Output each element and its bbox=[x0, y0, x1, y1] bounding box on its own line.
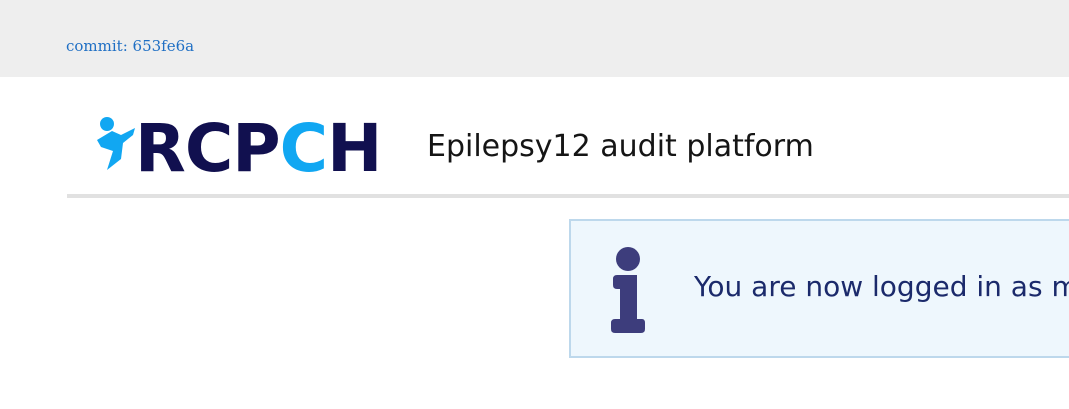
logo-graphic: RCPCH bbox=[97, 115, 382, 175]
alert-message: You are now logged in as m bbox=[694, 270, 1069, 303]
rcpch-logo[interactable]: RCPCH bbox=[95, 115, 405, 175]
running-figure-icon bbox=[97, 117, 135, 170]
logo-text-rcp: RCP bbox=[135, 115, 280, 175]
info-icon bbox=[611, 247, 645, 333]
app-title: Epilepsy12 audit platform bbox=[427, 129, 814, 164]
commit-link[interactable]: commit: 653fe6a bbox=[66, 36, 194, 56]
login-alert: You are now logged in as m bbox=[569, 219, 1069, 358]
logo-text-h: H bbox=[327, 115, 381, 175]
top-bar: commit: 653fe6a bbox=[0, 0, 1069, 77]
logo-text-c: C bbox=[280, 115, 327, 175]
svg-text:RCPCH: RCPCH bbox=[135, 115, 381, 175]
site-header: RCPCH Epilepsy12 audit platform bbox=[67, 77, 1069, 198]
